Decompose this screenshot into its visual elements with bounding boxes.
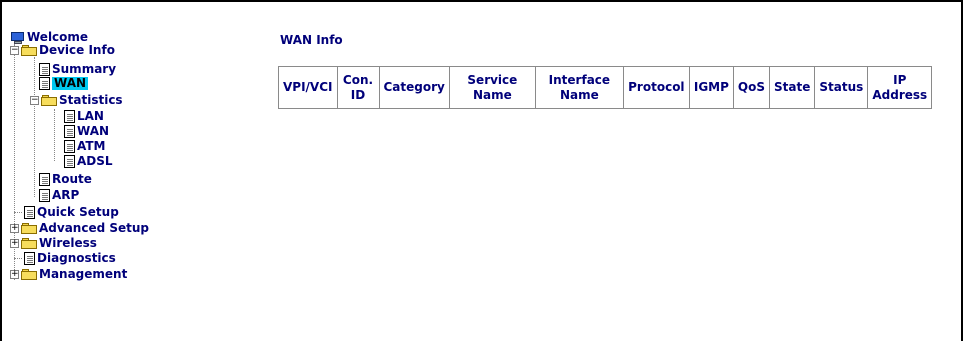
document-icon <box>39 77 50 90</box>
nav-label-device-info[interactable]: Device Info <box>39 44 115 57</box>
column-label: Status <box>819 80 864 94</box>
column-header: QoS <box>732 66 771 109</box>
column-label: Name <box>472 87 512 102</box>
column-label: IP <box>893 72 907 87</box>
nav-item-advanced-setup[interactable]: + Advanced Setup <box>10 222 149 235</box>
table-header-row: VPI/VCI Con. ID Category Service Name Inte… <box>278 66 933 109</box>
folder-icon <box>21 223 37 234</box>
tree-branch <box>14 258 22 259</box>
column-label: VPI/VCI <box>283 80 333 94</box>
document-icon <box>64 155 75 168</box>
nav-label-diagnostics[interactable]: Diagnostics <box>37 252 116 265</box>
nav-item-diagnostics[interactable]: Diagnostics <box>14 252 116 265</box>
nav-item-device-info[interactable]: − Device Info <box>10 44 115 57</box>
column-header: Status <box>814 66 869 109</box>
nav-item-stat-lan[interactable]: LAN <box>64 110 104 123</box>
nav-item-stat-atm[interactable]: ATM <box>64 140 105 153</box>
nav-label-quick-setup[interactable]: Quick Setup <box>37 206 119 219</box>
document-icon <box>64 125 75 138</box>
tree-line-device-info <box>34 57 35 197</box>
nav-item-wan[interactable]: WAN <box>39 77 89 90</box>
document-icon <box>24 206 35 219</box>
column-label: QoS <box>737 80 766 94</box>
computer-icon <box>10 31 25 44</box>
folder-icon <box>21 238 37 249</box>
expand-toggle-icon[interactable]: + <box>10 224 19 233</box>
expand-toggle-icon[interactable]: + <box>10 270 19 279</box>
column-label: Name <box>559 87 599 102</box>
document-icon <box>64 140 75 153</box>
column-label: Protocol <box>628 80 685 94</box>
column-label: Interface <box>548 72 611 87</box>
column-header: IP Address <box>867 66 933 109</box>
document-icon <box>64 110 75 123</box>
page-frame: Welcome − Device Info Summary WAN − Stat… <box>0 0 963 341</box>
nav-label-advanced-setup[interactable]: Advanced Setup <box>39 222 149 235</box>
nav-label-arp[interactable]: ARP <box>52 189 79 202</box>
frame-border-left <box>0 0 2 341</box>
collapse-toggle-icon[interactable]: − <box>30 96 39 105</box>
open-folder-icon <box>41 95 57 106</box>
nav-item-stat-adsl[interactable]: ADSL <box>64 155 113 168</box>
column-header: Interface Name <box>534 66 624 109</box>
document-icon <box>39 189 50 202</box>
column-header: Protocol <box>622 66 690 109</box>
column-header: State <box>769 66 816 109</box>
column-label: Address <box>872 87 928 102</box>
column-label: Con. <box>342 72 374 87</box>
page-title: WAN Info <box>280 33 343 47</box>
nav-item-statistics[interactable]: − Statistics <box>30 94 123 107</box>
nav-label-route[interactable]: Route <box>52 173 92 186</box>
column-header: Service Name <box>448 66 536 109</box>
column-label: ID <box>350 87 366 102</box>
nav-label-wan[interactable]: WAN <box>52 77 89 90</box>
nav-item-management[interactable]: + Management <box>10 268 127 281</box>
nav-label-statistics[interactable]: Statistics <box>59 94 123 107</box>
column-header: IGMP <box>688 66 734 109</box>
column-label: State <box>774 80 811 94</box>
nav-item-stat-wan[interactable]: WAN <box>64 125 109 138</box>
tree-branch <box>14 212 22 213</box>
nav-item-wireless[interactable]: + Wireless <box>10 237 97 250</box>
column-label: Service <box>467 72 518 87</box>
nav-item-summary[interactable]: Summary <box>39 63 116 76</box>
nav-item-route[interactable]: Route <box>39 173 92 186</box>
column-header: Category <box>378 66 450 109</box>
column-label: Category <box>383 80 445 94</box>
nav-item-quick-setup[interactable]: Quick Setup <box>14 206 119 219</box>
open-folder-icon <box>21 45 37 56</box>
column-label: IGMP <box>693 80 729 94</box>
document-icon <box>39 173 50 186</box>
column-header: Con. ID <box>336 66 380 109</box>
nav-label-wireless[interactable]: Wireless <box>39 237 97 250</box>
document-icon <box>39 63 50 76</box>
column-header: VPI/VCI <box>278 66 338 109</box>
wan-info-table: VPI/VCI Con. ID Category Service Name Inte… <box>278 66 933 109</box>
nav-label-stat-wan[interactable]: WAN <box>77 125 109 138</box>
nav-label-stat-adsl[interactable]: ADSL <box>77 155 113 168</box>
nav-item-arp[interactable]: ARP <box>39 189 79 202</box>
nav-label-summary[interactable]: Summary <box>52 63 116 76</box>
expand-toggle-icon[interactable]: + <box>10 239 19 248</box>
nav-label-stat-atm[interactable]: ATM <box>77 140 105 153</box>
nav-label-management[interactable]: Management <box>39 268 127 281</box>
frame-border-top <box>0 0 963 2</box>
nav-label-stat-lan[interactable]: LAN <box>77 110 104 123</box>
collapse-toggle-icon[interactable]: − <box>10 46 19 55</box>
document-icon <box>24 252 35 265</box>
folder-icon <box>21 269 37 280</box>
tree-line-statistics <box>54 109 55 161</box>
